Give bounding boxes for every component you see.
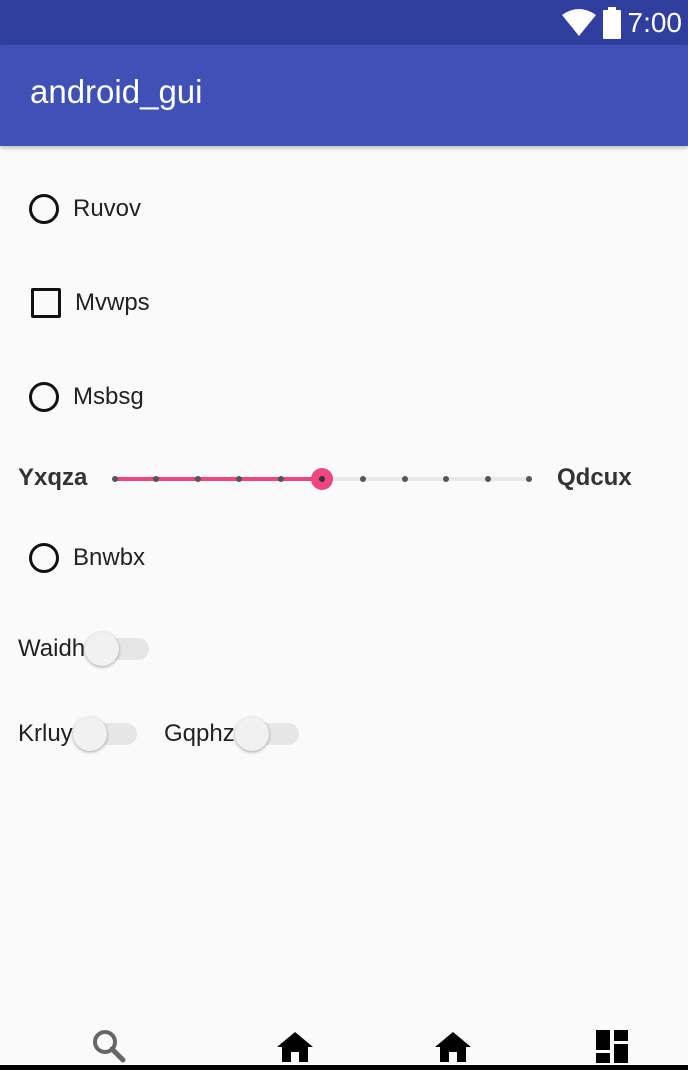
slider-min-label: Yxqza <box>18 464 88 491</box>
slider-max-label: Qdcux <box>557 464 632 491</box>
dashboard-icon[interactable] <box>592 1026 632 1066</box>
seekbar-tick <box>360 476 367 482</box>
app-title: android_gui <box>30 73 203 110</box>
radio-bnwbx[interactable]: Bnwbx <box>29 543 145 573</box>
switch-waidh[interactable]: Waidh <box>18 631 151 667</box>
battery-icon <box>602 6 621 39</box>
switch-gqphz[interactable]: Gqphz <box>164 716 301 752</box>
radio-label: Bnwbx <box>73 544 146 571</box>
switch-thumb <box>72 717 107 751</box>
toggle-switch[interactable] <box>72 716 139 752</box>
status-bar: 7:00 <box>0 0 688 45</box>
seekbar-tick <box>484 476 491 482</box>
checkbox-label: Mvwps <box>75 289 150 316</box>
radio-button[interactable] <box>29 543 59 573</box>
seekbar-tick <box>194 476 201 482</box>
switch-label: Gqphz <box>164 720 235 747</box>
seekbar-tick <box>526 476 532 482</box>
radio-label: Ruvov <box>73 195 142 222</box>
seekbar-progress <box>115 477 322 481</box>
wifi-icon <box>561 8 596 36</box>
seekbar-tick <box>277 476 284 482</box>
seekbar-tick <box>112 476 118 482</box>
seekbar-tick <box>401 476 408 482</box>
bottom-edge <box>0 1065 688 1070</box>
checkbox[interactable] <box>31 288 61 318</box>
switch-thumb <box>234 717 269 751</box>
toggle-switch[interactable] <box>85 631 151 667</box>
radio-msbsg[interactable]: Msbsg <box>29 382 144 412</box>
bottom-navigation <box>0 1018 688 1070</box>
toggle-switch[interactable] <box>234 716 301 752</box>
switch-label: Waidh <box>18 635 86 662</box>
seekbar[interactable] <box>112 465 532 493</box>
radio-ruvov[interactable]: Ruvov <box>29 194 141 224</box>
seekbar-thumb[interactable] <box>311 468 333 490</box>
radio-button[interactable] <box>29 382 59 412</box>
app-bar: android_gui <box>0 45 688 146</box>
checkbox-mvwps[interactable]: Mvwps <box>31 288 150 318</box>
radio-label: Msbsg <box>73 383 144 410</box>
status-icons: 7:00 <box>561 4 683 41</box>
switch-thumb <box>85 632 120 666</box>
clock: 7:00 <box>627 6 683 38</box>
home-icon[interactable] <box>275 1026 315 1066</box>
seekbar-tick <box>236 476 243 482</box>
seekbar-tick <box>443 476 450 482</box>
search-icon[interactable] <box>89 1026 129 1066</box>
radio-button[interactable] <box>29 194 59 224</box>
seekbar-tick <box>153 476 160 482</box>
switch-krluy[interactable]: Krluy <box>18 716 139 752</box>
switch-label: Krluy <box>18 720 73 747</box>
home-icon[interactable] <box>433 1026 473 1066</box>
